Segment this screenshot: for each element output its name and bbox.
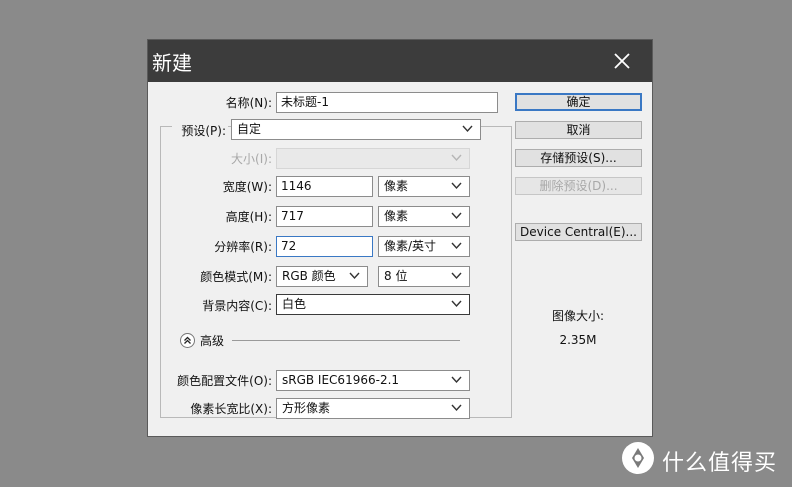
color-mode-label: 颜色模式(M):: [200, 270, 272, 284]
width-field[interactable]: 1146: [276, 176, 373, 197]
preset-select-value: 自定: [237, 122, 262, 136]
width-label: 宽度(W):: [222, 180, 272, 194]
watermark-text: 什么值得买: [662, 451, 778, 476]
image-size-value: 2.35M: [559, 333, 597, 347]
delete-preset-button: 删除预设(D)...: [515, 177, 642, 195]
save-preset-button[interactable]: 存储预设(S)...: [515, 149, 642, 167]
ok-button[interactable]: 确定: [515, 93, 642, 111]
resolution-unit-select[interactable]: 像素/英寸: [378, 236, 470, 257]
chevron-down-icon: [349, 272, 360, 280]
resolution-unit-value: 像素/英寸: [384, 239, 437, 253]
height-unit-select[interactable]: 像素: [378, 206, 470, 227]
pixel-aspect-value: 方形像素: [282, 401, 331, 415]
watermark: 什么值得买: [618, 437, 792, 487]
advanced-label[interactable]: 高级: [200, 331, 228, 351]
name-field[interactable]: 未标题-1: [276, 92, 498, 113]
background-value: 白色: [282, 297, 307, 311]
background-select[interactable]: 白色: [276, 294, 470, 315]
width-unit-select[interactable]: 像素: [378, 176, 470, 197]
height-unit-value: 像素: [384, 209, 409, 223]
device-central-button[interactable]: Device Central(E)...: [515, 223, 642, 241]
chevron-down-icon: [451, 154, 462, 162]
bit-depth-value: 8 位: [384, 269, 408, 283]
color-mode-value: RGB 颜色: [282, 269, 336, 283]
smzdm-logo-icon: [622, 442, 654, 474]
double-chevron-up-icon: [184, 336, 191, 344]
resolution-field[interactable]: 72: [276, 236, 373, 257]
color-profile-value: sRGB IEC61966-2.1: [282, 373, 400, 387]
pixel-aspect-label: 像素长宽比(X):: [190, 402, 272, 416]
cancel-button[interactable]: 取消: [515, 121, 642, 139]
size-select: [276, 148, 470, 169]
color-mode-select[interactable]: RGB 颜色: [276, 266, 368, 287]
preset-label: 预设(P):: [172, 121, 228, 141]
chevron-down-icon: [451, 242, 462, 250]
width-unit-value: 像素: [384, 179, 409, 193]
chevron-down-icon: [451, 212, 462, 220]
chevron-down-icon: [451, 376, 462, 384]
chevron-down-icon: [451, 404, 462, 412]
chevron-down-icon: [462, 125, 473, 133]
dialog-titlebar[interactable]: 新建: [148, 40, 652, 82]
height-field[interactable]: 717: [276, 206, 373, 227]
color-profile-label: 颜色配置文件(O):: [177, 374, 272, 388]
background-label: 背景内容(C):: [202, 299, 272, 313]
dialog-title: 新建: [152, 51, 192, 75]
preset-select[interactable]: 自定: [231, 119, 481, 140]
size-label: 大小(I):: [231, 152, 272, 166]
new-document-dialog: 新建 名称(N): 未标题-1 预设(P): 自定 大小(I): 宽度(W): …: [147, 39, 653, 437]
chevron-down-icon: [451, 300, 462, 308]
height-label: 高度(H):: [225, 210, 272, 224]
advanced-divider: [232, 340, 460, 341]
name-label: 名称(N):: [225, 96, 272, 110]
advanced-toggle-button[interactable]: [180, 333, 195, 348]
chevron-down-icon: [451, 272, 462, 280]
resolution-label: 分辨率(R):: [214, 240, 272, 254]
pixel-aspect-select[interactable]: 方形像素: [276, 398, 470, 419]
color-profile-select[interactable]: sRGB IEC61966-2.1: [276, 370, 470, 391]
image-size-label: 图像大小:: [551, 309, 605, 323]
bit-depth-select[interactable]: 8 位: [378, 266, 470, 287]
chevron-down-icon: [451, 182, 462, 190]
close-icon[interactable]: [610, 49, 634, 73]
